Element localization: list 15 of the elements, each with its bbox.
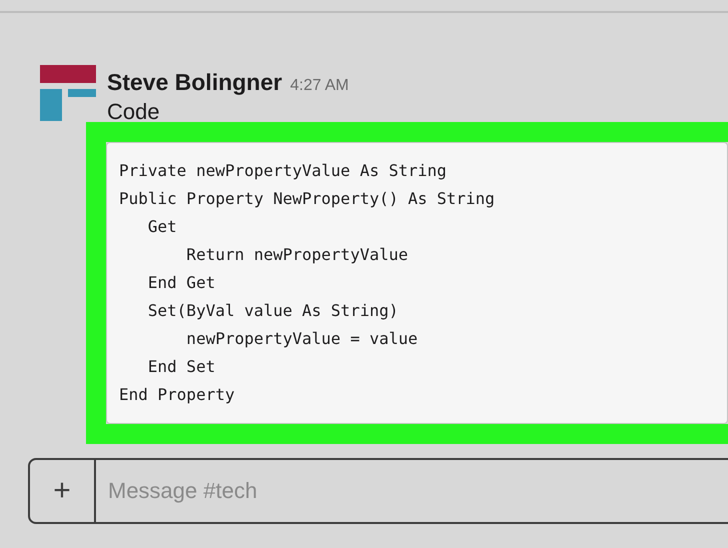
code-line: End Property [119, 384, 235, 406]
avatar-icon [40, 65, 96, 121]
code-line: Private newPropertyValue As String [119, 160, 447, 182]
code-line: Return newPropertyValue [185, 244, 408, 266]
code-line: newPropertyValue = value [185, 328, 418, 350]
code-line: Public Property NewProperty() As String [119, 188, 495, 210]
code-line: End Set [146, 356, 216, 378]
timestamp: 4:27 AM [290, 76, 349, 96]
message-input[interactable]: Message #tech [96, 458, 728, 524]
author-name[interactable]: Steve Bolingner [107, 65, 282, 100]
code-line: Get [146, 216, 177, 238]
code-line: End Get [146, 272, 216, 294]
code-line: Set(ByVal value As String) [146, 300, 398, 322]
add-button[interactable]: + [28, 458, 96, 524]
message-text: Code [107, 100, 161, 124]
